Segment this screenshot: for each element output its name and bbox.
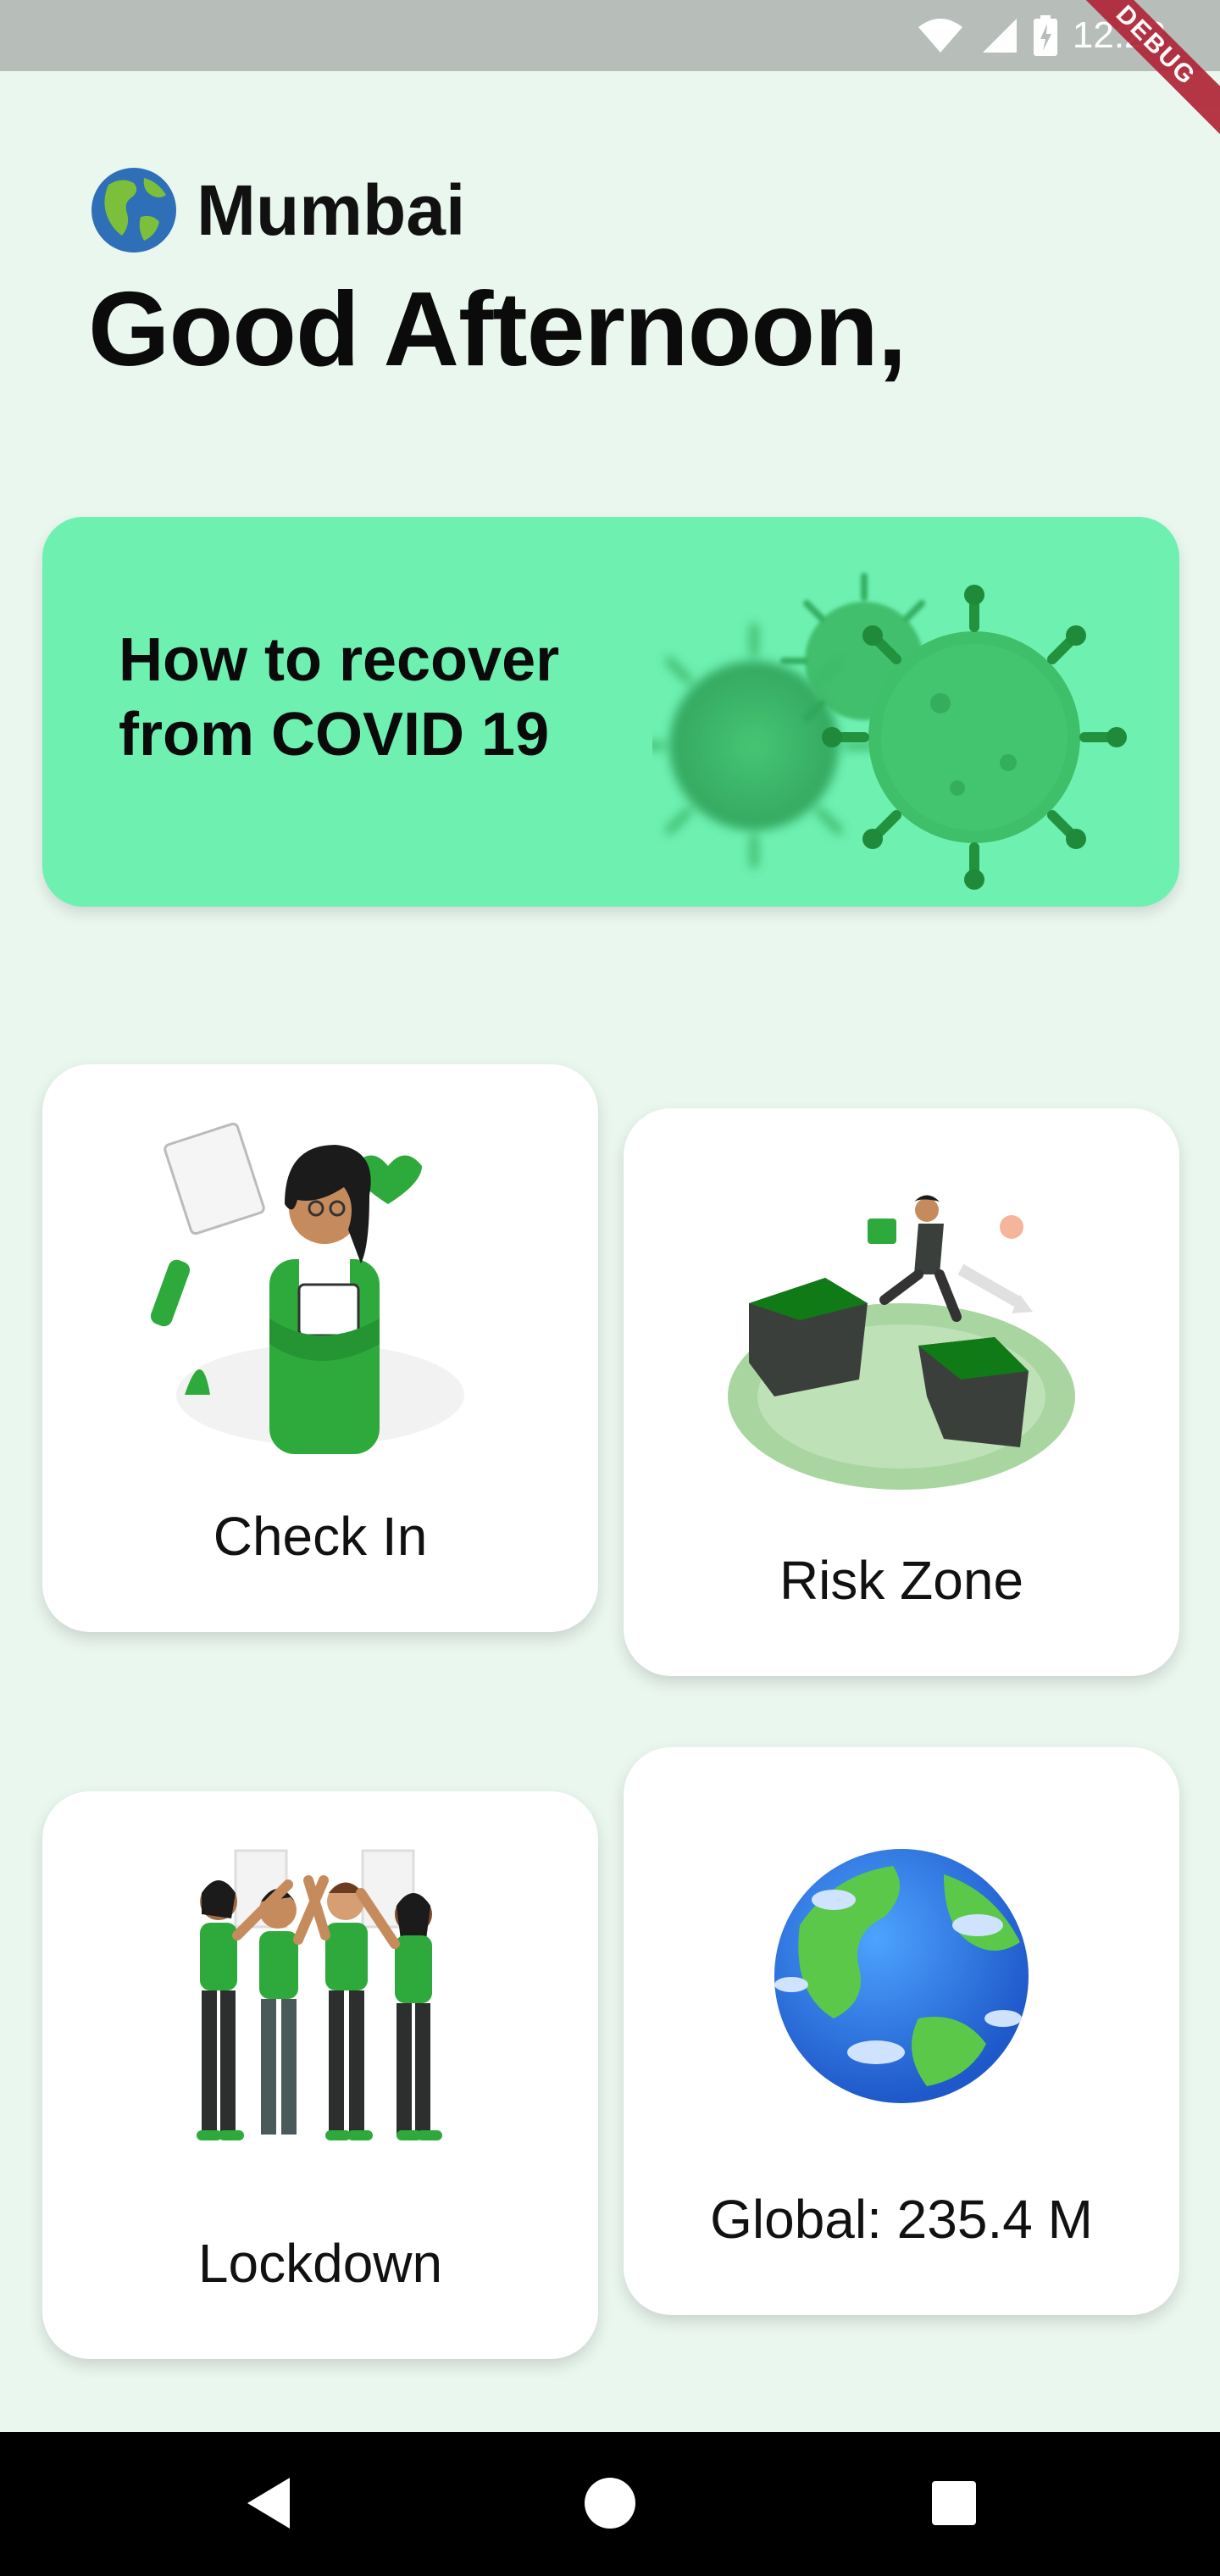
location-row[interactable]: Mumbai bbox=[90, 166, 465, 254]
back-icon[interactable] bbox=[237, 2469, 305, 2537]
global-card[interactable]: Global: 235.4 M bbox=[624, 1747, 1179, 2315]
risk-zone-card[interactable]: Risk Zone bbox=[624, 1108, 1179, 1676]
home-icon[interactable] bbox=[576, 2469, 644, 2537]
location-name: Mumbai bbox=[197, 169, 466, 250]
recover-banner[interactable]: How to recover from COVID 19 bbox=[42, 517, 1179, 907]
globe-icon bbox=[92, 168, 176, 253]
virus-illustration bbox=[652, 573, 1127, 890]
lockdown-label: Lockdown bbox=[197, 2233, 443, 2294]
global-label: Global: 235.4 M bbox=[710, 2189, 1093, 2250]
signal-icon bbox=[982, 19, 1017, 53]
recents-icon[interactable] bbox=[920, 2469, 988, 2537]
check-in-card[interactable]: Check In bbox=[42, 1064, 598, 1632]
battery-icon bbox=[1033, 15, 1057, 56]
check-in-label: Check In bbox=[213, 1506, 428, 1567]
risk-zone-label: Risk Zone bbox=[779, 1550, 1024, 1611]
wifi-icon bbox=[918, 19, 962, 53]
group-high-five-illustration bbox=[197, 1849, 442, 2140]
lockdown-card[interactable]: Lockdown bbox=[42, 1791, 598, 2359]
greeting-title: Good Afternoon, bbox=[88, 271, 907, 388]
status-bar: 12:23 DEBUG bbox=[0, 0, 1220, 148]
earth-globe-illustration bbox=[774, 1849, 1029, 2103]
doctor-illustration bbox=[150, 1122, 464, 1454]
running-person-illustration bbox=[728, 1195, 1075, 1490]
navigation-bar bbox=[0, 2432, 1220, 2576]
banner-title: How to recover from COVID 19 bbox=[119, 626, 560, 769]
